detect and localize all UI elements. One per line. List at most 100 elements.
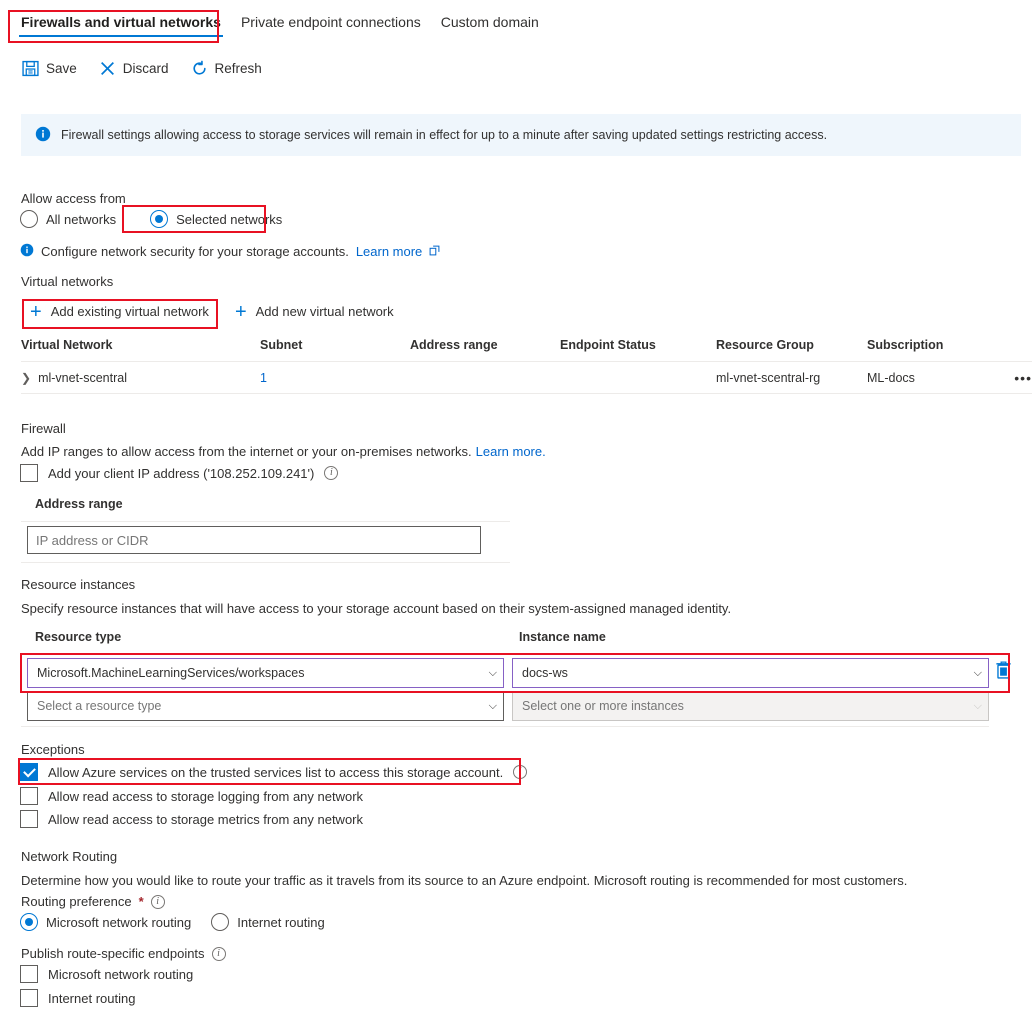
checkbox-allow-trusted-services-indicator [20,763,38,781]
cell-subscription: ML-docs [867,370,915,385]
radio-microsoft-network-routing-indicator [20,913,38,931]
discard-label: Discard [122,61,169,76]
chevron-down-icon: ⌵ [488,666,497,679]
radio-all-networks[interactable]: All networks [20,210,116,228]
network-routing-label: Network Routing [21,849,118,864]
close-icon [99,60,116,77]
tab-firewalls-and-virtual-networks[interactable]: Firewalls and virtual networks [11,11,231,40]
checkbox-allow-trusted-services-label: Allow Azure services on the trusted serv… [48,764,504,780]
network-security-hint: Configure network security for your stor… [20,243,440,260]
checkbox-allow-storage-logging-label: Allow read access to storage logging fro… [48,788,364,804]
add-new-virtual-network-label: Add new virtual network [255,304,394,319]
network-routing-description: Determine how you would like to route yo… [21,873,908,888]
add-new-virtual-network-button[interactable]: + Add new virtual network [235,302,394,322]
expand-chevron-icon[interactable]: ❯ [21,371,31,385]
save-button[interactable]: Save [22,60,77,77]
info-icon-client-ip[interactable]: i [324,466,339,480]
allow-access-from-label: Allow access from [21,191,126,206]
resource-type-select-row-2-value: Select a resource type [37,699,162,713]
routing-preference-radio-group: Microsoft network routing Internet routi… [20,913,325,931]
chevron-down-icon: ⌵ [973,699,982,712]
table-row[interactable]: ❯ ml-vnet-scentral 1 ml-vnet-scentral-rg… [21,362,1032,394]
resource-type-select-row-1[interactable]: Microsoft.MachineLearningServices/worksp… [27,658,504,688]
column-header-virtual-network: Virtual Network [21,338,113,352]
resource-type-column-label: Resource type [35,630,122,644]
column-header-address-range: Address range [410,338,498,352]
address-range-divider-bottom [21,562,510,563]
plus-icon: + [30,300,42,323]
checkbox-add-client-ip-indicator [20,464,38,482]
row-context-menu-button[interactable]: ••• [1014,370,1032,386]
instance-name-select-row-1-value: docs-ws [522,666,568,680]
tab-bar: Firewalls and virtual networks Private e… [0,0,1032,48]
checkbox-add-client-ip-label: Add your client IP address ('108.252.109… [48,465,315,481]
delete-resource-instance-row-1[interactable] [995,660,1012,683]
chevron-down-icon: ⌵ [973,666,982,679]
checkbox-publish-microsoft-network-routing[interactable]: Microsoft network routing [20,965,193,983]
publish-endpoints-label: Publish route-specific endpoints [21,946,205,961]
resource-type-select-row-1-value: Microsoft.MachineLearningServices/worksp… [37,666,305,680]
resource-instances-divider [21,726,989,727]
add-existing-virtual-network-label: Add existing virtual network [50,304,209,319]
checkbox-publish-microsoft-network-routing-label: Microsoft network routing [48,966,194,982]
radio-microsoft-network-routing-label: Microsoft network routing [46,914,192,930]
info-icon-publish-endpoints[interactable]: i [211,946,226,961]
info-banner: Firewall settings allowing access to sto… [21,114,1021,156]
firewall-label: Firewall [21,421,66,436]
discard-button[interactable]: Discard [99,60,169,77]
refresh-icon [191,60,208,77]
column-header-endpoint-status: Endpoint Status [560,338,656,352]
instance-name-column-label: Instance name [519,630,606,644]
column-header-resource-group: Resource Group [716,338,814,352]
address-range-input[interactable] [27,526,481,554]
network-security-hint-text: Configure network security for your stor… [41,244,349,259]
info-icon-trusted-services[interactable]: i [513,765,528,779]
radio-all-networks-indicator [20,210,38,228]
resource-type-select-row-2[interactable]: Select a resource type ⌵ [27,691,504,721]
checkbox-publish-internet-routing[interactable]: Internet routing [20,989,135,1007]
checkbox-allow-storage-logging[interactable]: Allow read access to storage logging fro… [20,787,363,805]
firewall-description: Add IP ranges to allow access from the i… [21,444,546,459]
info-icon-routing-preference[interactable]: i [150,894,165,909]
address-range-label: Address range [35,497,123,511]
table-header-row: Virtual Network Subnet Address range End… [21,338,1032,362]
learn-more-link-firewall[interactable]: Learn more. [476,444,546,459]
instance-name-select-row-1[interactable]: docs-ws ⌵ [512,658,989,688]
checkbox-allow-trusted-services[interactable]: Allow Azure services on the trusted serv… [20,763,503,781]
checkbox-publish-microsoft-network-routing-indicator [20,965,38,983]
tab-private-endpoint-connections[interactable]: Private endpoint connections [231,11,431,40]
info-banner-text: Firewall settings allowing access to sto… [61,128,828,142]
checkbox-allow-storage-metrics-label: Allow read access to storage metrics fro… [48,811,364,827]
radio-all-networks-label: All networks [46,211,117,227]
trash-icon [995,661,1012,683]
required-asterisk: * [138,894,144,909]
virtual-networks-table: Virtual Network Subnet Address range End… [21,338,1032,394]
address-range-divider [21,521,510,522]
add-client-ip-row: Add your client IP address ('108.252.109… [20,464,339,482]
radio-internet-routing-label: Internet routing [237,914,325,930]
checkbox-add-client-ip[interactable]: Add your client IP address ('108.252.109… [20,464,314,482]
publish-endpoints-label-row: Publish route-specific endpoints i [21,946,226,961]
radio-selected-networks[interactable]: Selected networks [150,210,282,228]
tab-custom-domain[interactable]: Custom domain [431,11,549,40]
refresh-label: Refresh [214,61,262,76]
radio-internet-routing-indicator [211,913,230,931]
learn-more-link-network-security[interactable]: Learn more [356,244,422,259]
add-existing-virtual-network-button[interactable]: + Add existing virtual network [30,300,209,323]
cell-subnet-link[interactable]: 1 [260,371,267,385]
radio-selected-networks-indicator [150,210,169,228]
resource-instances-label: Resource instances [21,577,136,592]
resource-instances-description: Specify resource instances that will hav… [21,601,732,616]
column-header-subscription: Subscription [867,338,944,352]
instance-name-select-row-2-value: Select one or more instances [522,699,684,713]
cell-virtual-network: ml-vnet-scentral [38,370,127,385]
refresh-button[interactable]: Refresh [191,60,262,77]
command-toolbar: Save Discard Refresh [22,60,262,77]
radio-microsoft-network-routing[interactable]: Microsoft network routing [20,913,191,931]
checkbox-allow-storage-logging-indicator [20,787,38,805]
save-label: Save [46,61,77,76]
routing-preference-label: Routing preference [21,894,132,909]
radio-selected-networks-label: Selected networks [176,211,283,227]
radio-internet-routing[interactable]: Internet routing [211,913,325,931]
checkbox-allow-storage-metrics[interactable]: Allow read access to storage metrics fro… [20,810,363,828]
